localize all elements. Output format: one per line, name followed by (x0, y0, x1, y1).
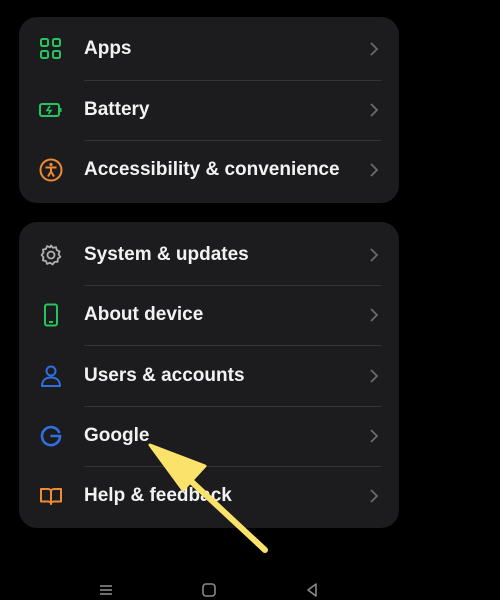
user-icon (39, 364, 63, 388)
settings-item-apps[interactable]: Apps (19, 19, 399, 79)
settings-item-users-accounts[interactable]: Users & accounts (19, 346, 399, 406)
settings-item-accessibility[interactable]: Accessibility & convenience (19, 140, 399, 200)
chevron-right-icon (369, 307, 379, 323)
help-book-icon (39, 484, 63, 508)
settings-item-label: Apps (84, 38, 132, 59)
settings-group-2: System & updates About device Users & ac… (19, 222, 399, 528)
chevron-right-icon (369, 368, 379, 384)
accessibility-icon (39, 158, 63, 182)
chevron-right-icon (369, 162, 379, 178)
phone-icon (39, 303, 63, 327)
settings-item-system-updates[interactable]: System & updates (19, 225, 399, 285)
google-icon (39, 424, 63, 448)
menu-icon (96, 580, 116, 600)
settings-group-1: Apps Battery Accessibility & convenience (19, 17, 399, 203)
settings-item-about-device[interactable]: About device (19, 285, 399, 345)
battery-icon (39, 98, 63, 122)
settings-item-label: Users & accounts (84, 365, 245, 386)
back-button[interactable] (302, 580, 322, 600)
settings-item-help-feedback[interactable]: Help & feedback (19, 466, 399, 526)
chevron-right-icon (369, 428, 379, 444)
chevron-right-icon (369, 102, 379, 118)
settings-item-label: System & updates (84, 244, 249, 265)
recent-apps-button[interactable] (96, 580, 116, 600)
settings-item-label: Google (84, 425, 150, 446)
back-icon (302, 580, 322, 600)
apps-grid-icon (39, 37, 63, 61)
chevron-right-icon (369, 247, 379, 263)
chevron-right-icon (369, 41, 379, 57)
home-button[interactable] (199, 580, 219, 600)
chevron-right-icon (369, 488, 379, 504)
home-icon (199, 580, 219, 600)
settings-item-battery[interactable]: Battery (19, 80, 399, 140)
settings-item-label: Help & feedback (84, 485, 232, 506)
settings-item-label: Battery (84, 99, 150, 120)
settings-item-google[interactable]: Google (19, 406, 399, 466)
settings-item-label: Accessibility & convenience (84, 159, 340, 180)
gear-icon (39, 243, 63, 267)
settings-item-label: About device (84, 304, 204, 325)
